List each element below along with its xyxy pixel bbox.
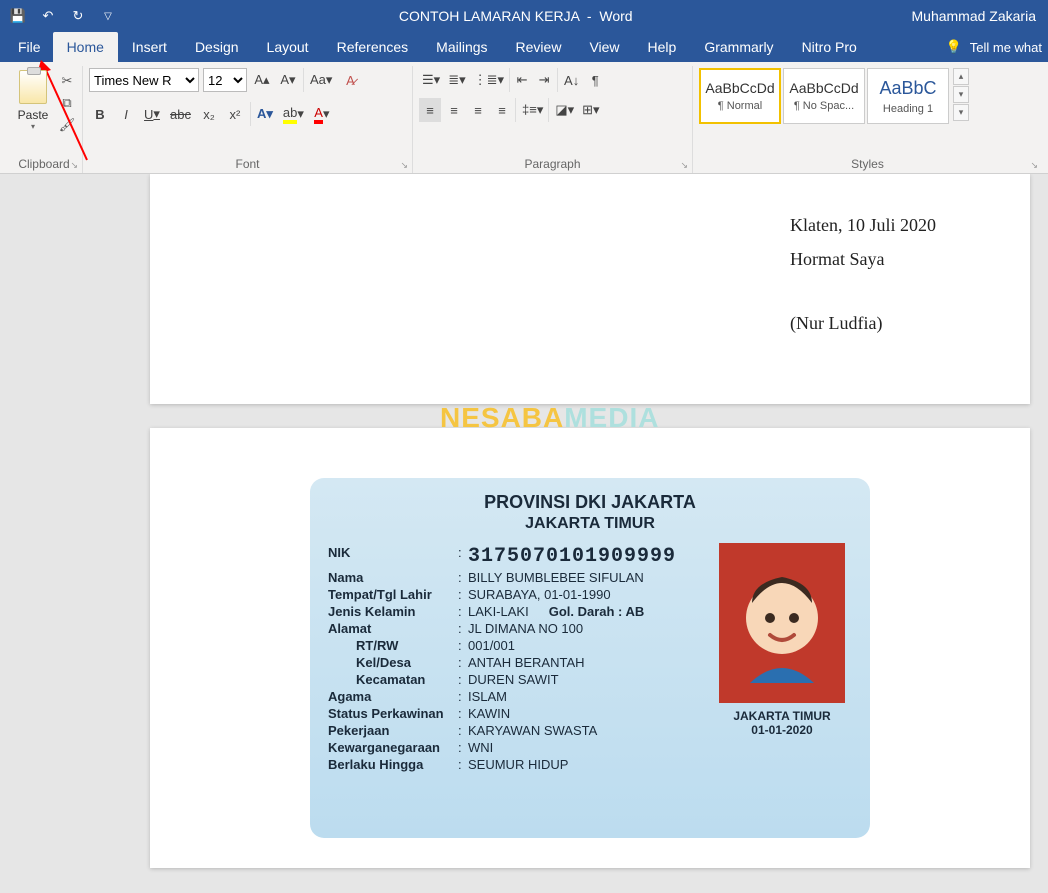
cut-icon[interactable]: ✂ <box>58 72 76 90</box>
change-case-button[interactable]: Aa▾ <box>303 68 335 92</box>
ktp-rtrw: 001/001 <box>468 638 712 653</box>
shading-button[interactable]: ◪▾ <box>548 98 577 122</box>
decrease-indent-button[interactable]: ⇤ <box>509 68 531 92</box>
ktp-card: PROVINSI DKI JAKARTA JAKARTA TIMUR NIK:3… <box>310 478 870 838</box>
group-paragraph: ☰▾ ≣▾ ⋮≣▾ ⇤ ⇥ A↓ ¶ ≡ ≡ ≡ ≡ ‡≡▾ ◪▾ ⊞▾ Par… <box>413 66 693 173</box>
subscript-button[interactable]: x₂ <box>198 102 220 126</box>
group-clipboard: Paste ▾ ✂ ⧉ 🖌 Clipboard <box>6 66 83 173</box>
ktp-province: PROVINSI DKI JAKARTA <box>328 492 852 513</box>
ktp-city: JAKARTA TIMUR <box>328 515 852 533</box>
tab-insert[interactable]: Insert <box>118 32 181 62</box>
tab-references[interactable]: References <box>323 32 423 62</box>
tab-view[interactable]: View <box>575 32 633 62</box>
grow-font-button[interactable]: A▴ <box>251 68 273 92</box>
sort-button[interactable]: A↓ <box>557 68 582 92</box>
font-name-select[interactable]: Times New R <box>89 68 199 92</box>
tab-mailings[interactable]: Mailings <box>422 32 501 62</box>
page-2[interactable]: PROVINSI DKI JAKARTA JAKARTA TIMUR NIK:3… <box>150 428 1030 868</box>
ktp-photo <box>719 543 845 703</box>
style-normal[interactable]: AaBbCcDd ¶ Normal <box>699 68 781 124</box>
ktp-alamat: JL DIMANA NO 100 <box>468 621 712 636</box>
style-no-spacing[interactable]: AaBbCcDd ¶ No Spac... <box>783 68 865 124</box>
align-center-button[interactable]: ≡ <box>443 98 465 122</box>
group-styles: AaBbCcDd ¶ Normal AaBbCcDd ¶ No Spac... … <box>693 66 1042 173</box>
styles-gallery-expand[interactable]: ▴▾▾ <box>953 68 969 121</box>
tab-nitro[interactable]: Nitro Pro <box>788 32 871 62</box>
ktp-berlaku: SEUMUR HIDUP <box>468 757 712 772</box>
save-icon[interactable]: 💾 <box>6 4 30 28</box>
paste-icon <box>19 70 47 104</box>
ktp-pekerjaan: KARYAWAN SWASTA <box>468 723 712 738</box>
format-painter-icon[interactable]: 🖌 <box>58 116 76 134</box>
ktp-nik: 3175070101909999 <box>468 545 712 568</box>
text-effects-button[interactable]: A▾ <box>250 102 276 126</box>
ktp-kec: DUREN SAWIT <box>468 672 712 687</box>
multilevel-button[interactable]: ⋮≣▾ <box>471 68 507 92</box>
ktp-keldesa: ANTAH BERANTAH <box>468 655 712 670</box>
group-label-styles: Styles <box>699 153 1036 173</box>
highlight-button[interactable]: ab▾ <box>280 102 307 126</box>
ktp-jk: LAKI-LAKIGol. Darah : AB <box>468 604 712 619</box>
line-spacing-button[interactable]: ‡≡▾ <box>515 98 546 122</box>
qat-customize-icon[interactable]: ▽ <box>96 4 120 28</box>
doc-sign-name: (Nur Ludfia) <box>790 306 936 340</box>
bullets-button[interactable]: ☰▾ <box>419 68 443 92</box>
ktp-issue-place: JAKARTA TIMUR <box>712 709 852 723</box>
tab-home[interactable]: Home <box>53 32 118 62</box>
group-label-paragraph: Paragraph <box>419 153 686 173</box>
doc-date: Klaten, 10 Juli 2020 <box>790 208 936 242</box>
tab-layout[interactable]: Layout <box>253 32 323 62</box>
copy-icon[interactable]: ⧉ <box>58 94 76 112</box>
ktp-nama: BILLY BUMBLEBEE SIFULAN <box>468 570 712 585</box>
title-bar: 💾 ↶ ↻ ▽ CONTOH LAMARAN KERJA - Word Muha… <box>0 0 1048 32</box>
ktp-agama: ISLAM <box>468 689 712 704</box>
window-title: CONTOH LAMARAN KERJA - Word <box>126 8 906 24</box>
justify-button[interactable]: ≡ <box>491 98 513 122</box>
lightbulb-icon: 💡 <box>946 39 962 55</box>
group-font: Times New R 12 A▴ A▾ Aa▾ A̷ B I U▾ abc x… <box>83 66 413 173</box>
shrink-font-button[interactable]: A▾ <box>277 68 299 92</box>
ribbon: Paste ▾ ✂ ⧉ 🖌 Clipboard Times New R 12 A… <box>0 62 1048 174</box>
show-marks-button[interactable]: ¶ <box>584 68 606 92</box>
style-heading1[interactable]: AaBbC Heading 1 <box>867 68 949 124</box>
font-size-select[interactable]: 12 <box>203 68 247 92</box>
tab-review[interactable]: Review <box>502 32 576 62</box>
ribbon-tabs: File Home Insert Design Layout Reference… <box>0 32 1048 62</box>
paste-button[interactable]: Paste ▾ <box>12 68 54 133</box>
group-label-font: Font <box>89 153 406 173</box>
document-area[interactable]: Klaten, 10 Juli 2020 Hormat Saya (Nur Lu… <box>0 174 1048 893</box>
borders-button[interactable]: ⊞▾ <box>579 98 602 122</box>
redo-icon[interactable]: ↻ <box>66 4 90 28</box>
ktp-issue-date: 01-01-2020 <box>712 723 852 737</box>
tab-design[interactable]: Design <box>181 32 253 62</box>
clear-formatting-button[interactable]: A̷ <box>339 68 361 92</box>
align-left-button[interactable]: ≡ <box>419 98 441 122</box>
strikethrough-button[interactable]: abc <box>167 102 194 126</box>
ktp-ttl: SURABAYA, 01-01-1990 <box>468 587 712 602</box>
underline-button[interactable]: U▾ <box>141 102 163 126</box>
font-color-button[interactable]: A▾ <box>311 102 333 126</box>
doc-salute: Hormat Saya <box>790 242 936 276</box>
tab-grammarly[interactable]: Grammarly <box>690 32 787 62</box>
group-label-clipboard: Clipboard <box>12 153 76 173</box>
numbering-button[interactable]: ≣▾ <box>445 68 468 92</box>
tab-help[interactable]: Help <box>634 32 691 62</box>
ktp-status: KAWIN <box>468 706 712 721</box>
increase-indent-button[interactable]: ⇥ <box>533 68 555 92</box>
align-right-button[interactable]: ≡ <box>467 98 489 122</box>
italic-button[interactable]: I <box>115 102 137 126</box>
ktp-kwn: WNI <box>468 740 712 755</box>
undo-icon[interactable]: ↶ <box>36 4 60 28</box>
bold-button[interactable]: B <box>89 102 111 126</box>
tell-me-entry[interactable]: Tell me what <box>970 40 1042 55</box>
superscript-button[interactable]: x² <box>224 102 246 126</box>
tab-file[interactable]: File <box>6 32 53 62</box>
page-1[interactable]: Klaten, 10 Juli 2020 Hormat Saya (Nur Lu… <box>150 174 1030 404</box>
user-name[interactable]: Muhammad Zakaria <box>912 8 1043 24</box>
